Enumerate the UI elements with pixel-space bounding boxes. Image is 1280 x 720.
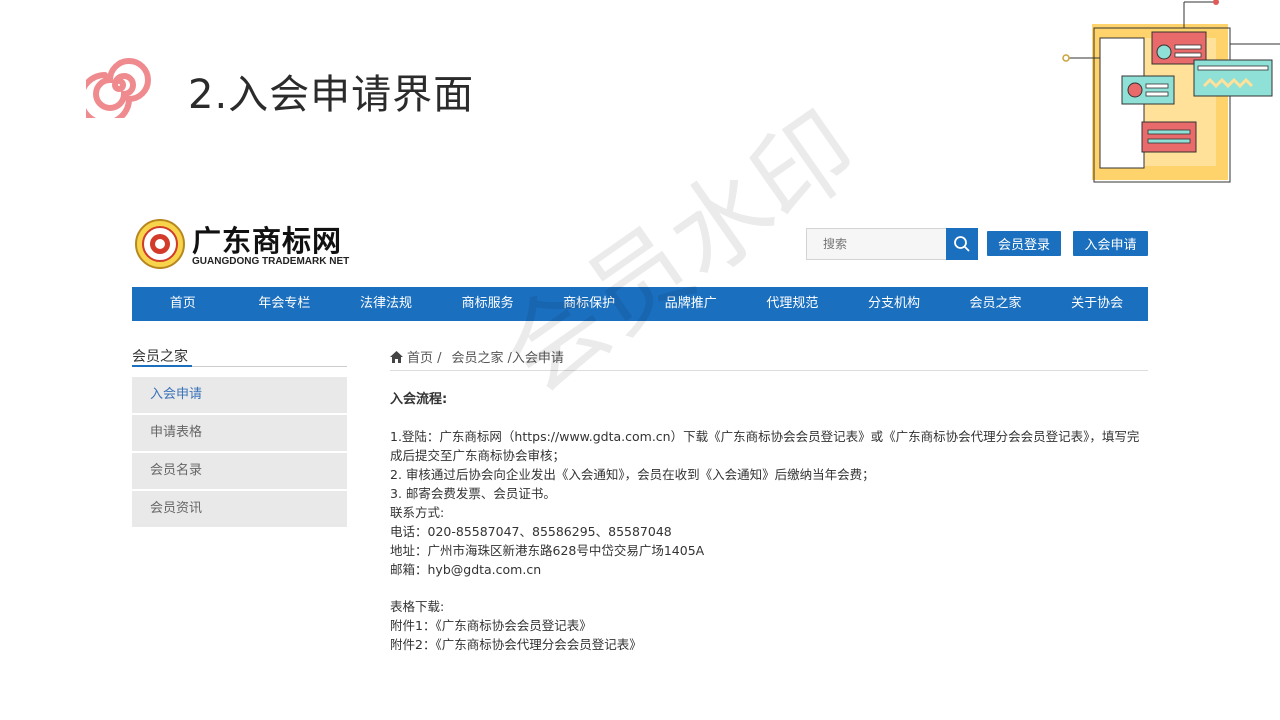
join-application-button[interactable]: 入会申请 — [1073, 231, 1148, 256]
nav-item-laws[interactable]: 法律法规 — [335, 287, 437, 321]
contact-label: 联系方式: — [390, 505, 445, 520]
search-button[interactable] — [946, 228, 978, 260]
sidebar-item-news[interactable]: 会员资讯 — [132, 491, 347, 527]
sidebar-item-directory[interactable]: 会员名录 — [132, 453, 347, 489]
slide-title: 2.入会申请界面 — [188, 72, 475, 118]
sidebar-title-underline — [132, 365, 192, 367]
contact-address: 地址：广州市海珠区新港东路628号中岱交易广场1405A — [390, 543, 705, 558]
gdta-logo-icon — [135, 219, 185, 269]
nav-item-protection[interactable]: 商标保护 — [538, 287, 640, 321]
contact-phone: 电话：020-85587047、85586295、85587048 — [390, 524, 672, 539]
process-step-3: 3. 邮寄会费发票、会员证书。 — [390, 486, 556, 501]
nav-item-about[interactable]: 关于协会 — [1046, 287, 1148, 321]
nav-item-agency[interactable]: 代理规范 — [742, 287, 844, 321]
breadcrumb-current: /入会申请 — [507, 351, 564, 366]
attachment-link-2[interactable]: 附件2：《广东商标协会代理分会会员登记表》 — [390, 635, 1148, 654]
breadcrumb: 首页 / 会员之家 /入会申请 — [390, 347, 564, 366]
sidebar-item-join[interactable]: 入会申请 — [132, 377, 347, 413]
sidebar-item-forms[interactable]: 申请表格 — [132, 415, 347, 451]
home-icon — [390, 350, 403, 363]
breadcrumb-home[interactable]: 首页 / — [407, 347, 442, 366]
brand-name: 广东商标网 — [192, 224, 343, 258]
nav-item-members[interactable]: 会员之家 — [945, 287, 1047, 321]
spiral-icon — [86, 58, 151, 118]
document-illustration-icon — [1062, 0, 1280, 183]
nav-item-annual[interactable]: 年会专栏 — [234, 287, 336, 321]
article-content: 入会流程: 1.登陆：广东商标网（https://www.gdta.com.cn… — [390, 390, 1148, 654]
sidebar-title: 会员之家 — [132, 349, 188, 365]
nav-item-home[interactable]: 首页 — [132, 287, 234, 321]
website-screenshot: 广东商标网 GUANGDONG TRADEMARK NET 会员登录 入会申请 … — [130, 210, 1150, 680]
contact-email: 邮箱：hyb@gdta.com.cn — [390, 562, 542, 577]
process-heading: 入会流程: — [390, 392, 448, 407]
search-icon — [954, 236, 970, 252]
attachment-link-1[interactable]: 附件1：《广东商标协会会员登记表》 — [390, 616, 1148, 635]
nav-item-branches[interactable]: 分支机构 — [843, 287, 945, 321]
downloads-label: 表格下载: — [390, 599, 445, 614]
nav-item-services[interactable]: 商标服务 — [437, 287, 539, 321]
breadcrumb-section[interactable]: 会员之家 — [452, 347, 504, 366]
breadcrumb-divider — [390, 370, 1148, 371]
main-nav: 首页 年会专栏 法律法规 商标服务 商标保护 品牌推广 代理规范 分支机构 会员… — [132, 287, 1148, 321]
process-step-2: 2. 审核通过后协会向企业发出《入会通知》，会员在收到《入会通知》后缴纳当年会费… — [390, 467, 875, 482]
process-step-1: 1.登陆：广东商标网（https://www.gdta.com.cn）下载《广东… — [390, 429, 1140, 463]
brand-name-en: GUANGDONG TRADEMARK NET — [192, 256, 350, 267]
nav-item-branding[interactable]: 品牌推广 — [640, 287, 742, 321]
member-login-button[interactable]: 会员登录 — [987, 231, 1061, 256]
